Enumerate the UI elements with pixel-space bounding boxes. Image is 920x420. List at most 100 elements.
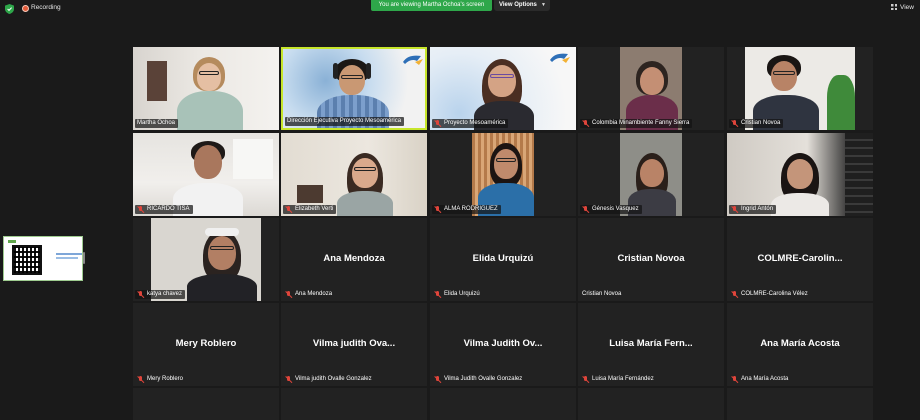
participant-tile[interactable]: Ana Mendoza Ana Mendoza <box>281 218 427 301</box>
gallery-view-icon <box>891 4 897 10</box>
participant-name-tag: Cristian Novoa <box>729 119 784 128</box>
participant-display-name: Ana María Acosta <box>760 338 840 349</box>
participant-tile[interactable]: Génesis Vasquez <box>578 133 724 216</box>
participant-name-tag: Luisa María Fernández <box>580 375 657 384</box>
participant-tile[interactable]: ALMA RODRIGUEZ <box>430 133 576 216</box>
participant-tile[interactable]: Martha Ochoa <box>133 47 279 130</box>
security-shield-icon[interactable] <box>5 4 14 14</box>
background-object <box>297 185 323 203</box>
participant-tile[interactable] <box>133 388 279 420</box>
viewing-screen-banner: You are viewing Martha Ochoa's screen <box>371 0 492 11</box>
view-options-button[interactable]: View Options ▼ <box>494 0 550 11</box>
participant-tile[interactable]: Ana María Acosta Ana María Acosta <box>727 303 873 386</box>
muted-mic-icon <box>137 291 144 298</box>
muted-mic-icon <box>731 376 738 383</box>
participant-name-tag: Ana María Acosta <box>729 375 791 384</box>
muted-mic-icon <box>731 206 738 213</box>
view-options-label: View Options <box>499 2 537 8</box>
participant-tile[interactable]: Elida Urquizú Elida Urquizú <box>430 218 576 301</box>
background-painting <box>147 61 167 101</box>
muted-mic-icon <box>137 206 144 213</box>
participant-tile[interactable] <box>727 388 873 420</box>
muted-mic-icon <box>731 291 738 298</box>
participant-face <box>787 159 813 189</box>
muted-mic-icon <box>137 376 144 383</box>
muted-mic-icon <box>434 206 441 213</box>
participant-tile[interactable]: Cristian Novoa Cristian Novoa <box>578 218 724 301</box>
participant-tile[interactable]: Mery Roblero Mery Roblero <box>133 303 279 386</box>
mesoamerica-logo <box>403 55 423 65</box>
participant-tile[interactable]: Vilma Judith Ov... Vilma Judith Ovalle G… <box>430 303 576 386</box>
participant-display-name: Cristian Novoa <box>617 253 685 264</box>
participant-name-tag: Martha Ochoa <box>135 119 179 128</box>
muted-mic-icon <box>285 376 292 383</box>
muted-mic-icon <box>582 376 589 383</box>
participant-name-tag: RICARDO TISA <box>135 205 193 214</box>
participant-name-tag: Elida Urquizú <box>432 290 483 299</box>
participant-face <box>640 67 664 95</box>
participant-name-tag: Génesis Vasquez <box>580 205 642 214</box>
participant-face <box>197 63 221 91</box>
muted-mic-icon <box>434 291 441 298</box>
participant-face <box>494 149 518 179</box>
muted-mic-icon <box>285 291 292 298</box>
participant-tile[interactable]: katya chavez <box>133 218 279 301</box>
participant-tile[interactable] <box>430 388 576 420</box>
participant-display-name: Luisa María Fern... <box>609 338 693 349</box>
participant-name-tag: Proyecto Mesoamérica <box>432 119 509 128</box>
participant-tile[interactable]: Proyecto Mesoamérica <box>430 47 576 130</box>
participant-tile[interactable]: Colombia Minambiente Fanny Sierra <box>578 47 724 130</box>
participant-name-tag: COLMRE-Carolina Vélez <box>729 290 811 299</box>
mesoamerica-logo <box>550 53 570 63</box>
shared-screen-text-line <box>56 257 78 259</box>
participant-display-name: Elida Urquizú <box>472 253 534 264</box>
participant-tile[interactable]: COLMRE-Carolin... COLMRE-Carolina Vélez <box>727 218 873 301</box>
shared-screen-thumbnail[interactable] <box>3 236 83 281</box>
chevron-down-icon: ▼ <box>541 2 546 8</box>
background-shelf <box>845 133 873 216</box>
participant-display-name: Mery Roblero <box>175 338 237 349</box>
background-plant <box>827 75 855 130</box>
qr-code-icon <box>12 245 42 275</box>
headphones <box>333 63 338 79</box>
participant-face <box>194 145 222 179</box>
view-button[interactable]: View <box>891 4 914 11</box>
participant-tile[interactable]: Cristian Novoa <box>727 47 873 130</box>
view-button-label: View <box>900 4 914 11</box>
muted-mic-icon <box>582 120 589 127</box>
participant-face <box>208 236 236 270</box>
participant-tile-active-speaker[interactable]: Dirección Ejecutiva Proyecto Mesoamérica <box>281 47 427 130</box>
participant-tile[interactable]: Ingrid Antón <box>727 133 873 216</box>
muted-mic-icon <box>582 206 589 213</box>
participant-tile[interactable]: Luisa María Fern... Luisa María Fernánde… <box>578 303 724 386</box>
recording-label: Recording <box>31 4 61 11</box>
participant-name-tag: Vilma judith Ovalle Gonzalez <box>283 375 375 384</box>
participant-tile[interactable]: RICARDO TISA <box>133 133 279 216</box>
participant-tile[interactable] <box>281 388 427 420</box>
shared-screen-text-line <box>56 253 82 255</box>
participant-name-tag: ALMA RODRIGUEZ <box>432 205 501 214</box>
shared-screen-logo <box>8 240 16 243</box>
participant-face <box>339 65 365 95</box>
participant-tile[interactable]: Vilma judith Ova... Vilma judith Ovalle … <box>281 303 427 386</box>
participant-name-tag: Ingrid Antón <box>729 205 777 214</box>
headband <box>205 228 239 236</box>
participant-tile[interactable]: Elizabeth Verti <box>281 133 427 216</box>
participant-face <box>352 158 378 188</box>
participant-face <box>771 61 797 91</box>
participant-name-tag: Vilma Judith Ovalle Gonzalez <box>432 375 525 384</box>
participant-display-name: COLMRE-Carolin... <box>757 253 843 264</box>
participant-name-tag: katya chavez <box>135 290 186 299</box>
participant-display-name: Vilma judith Ova... <box>312 338 396 349</box>
muted-mic-icon <box>434 120 441 127</box>
thumbnail-resize-handle[interactable] <box>83 252 85 264</box>
participant-display-name: Ana Mendoza <box>323 253 385 264</box>
participant-name-tag: Colombia Minambiente Fanny Sierra <box>580 119 693 128</box>
participant-display-name: Vilma Judith Ov... <box>463 338 543 349</box>
recording-icon <box>22 5 29 12</box>
participant-face <box>640 159 664 187</box>
participant-name-tag: Elizabeth Verti <box>283 205 337 214</box>
participant-tile[interactable] <box>578 388 724 420</box>
participant-face <box>488 65 516 97</box>
participant-name-tag: Cristian Novoa <box>582 291 622 297</box>
